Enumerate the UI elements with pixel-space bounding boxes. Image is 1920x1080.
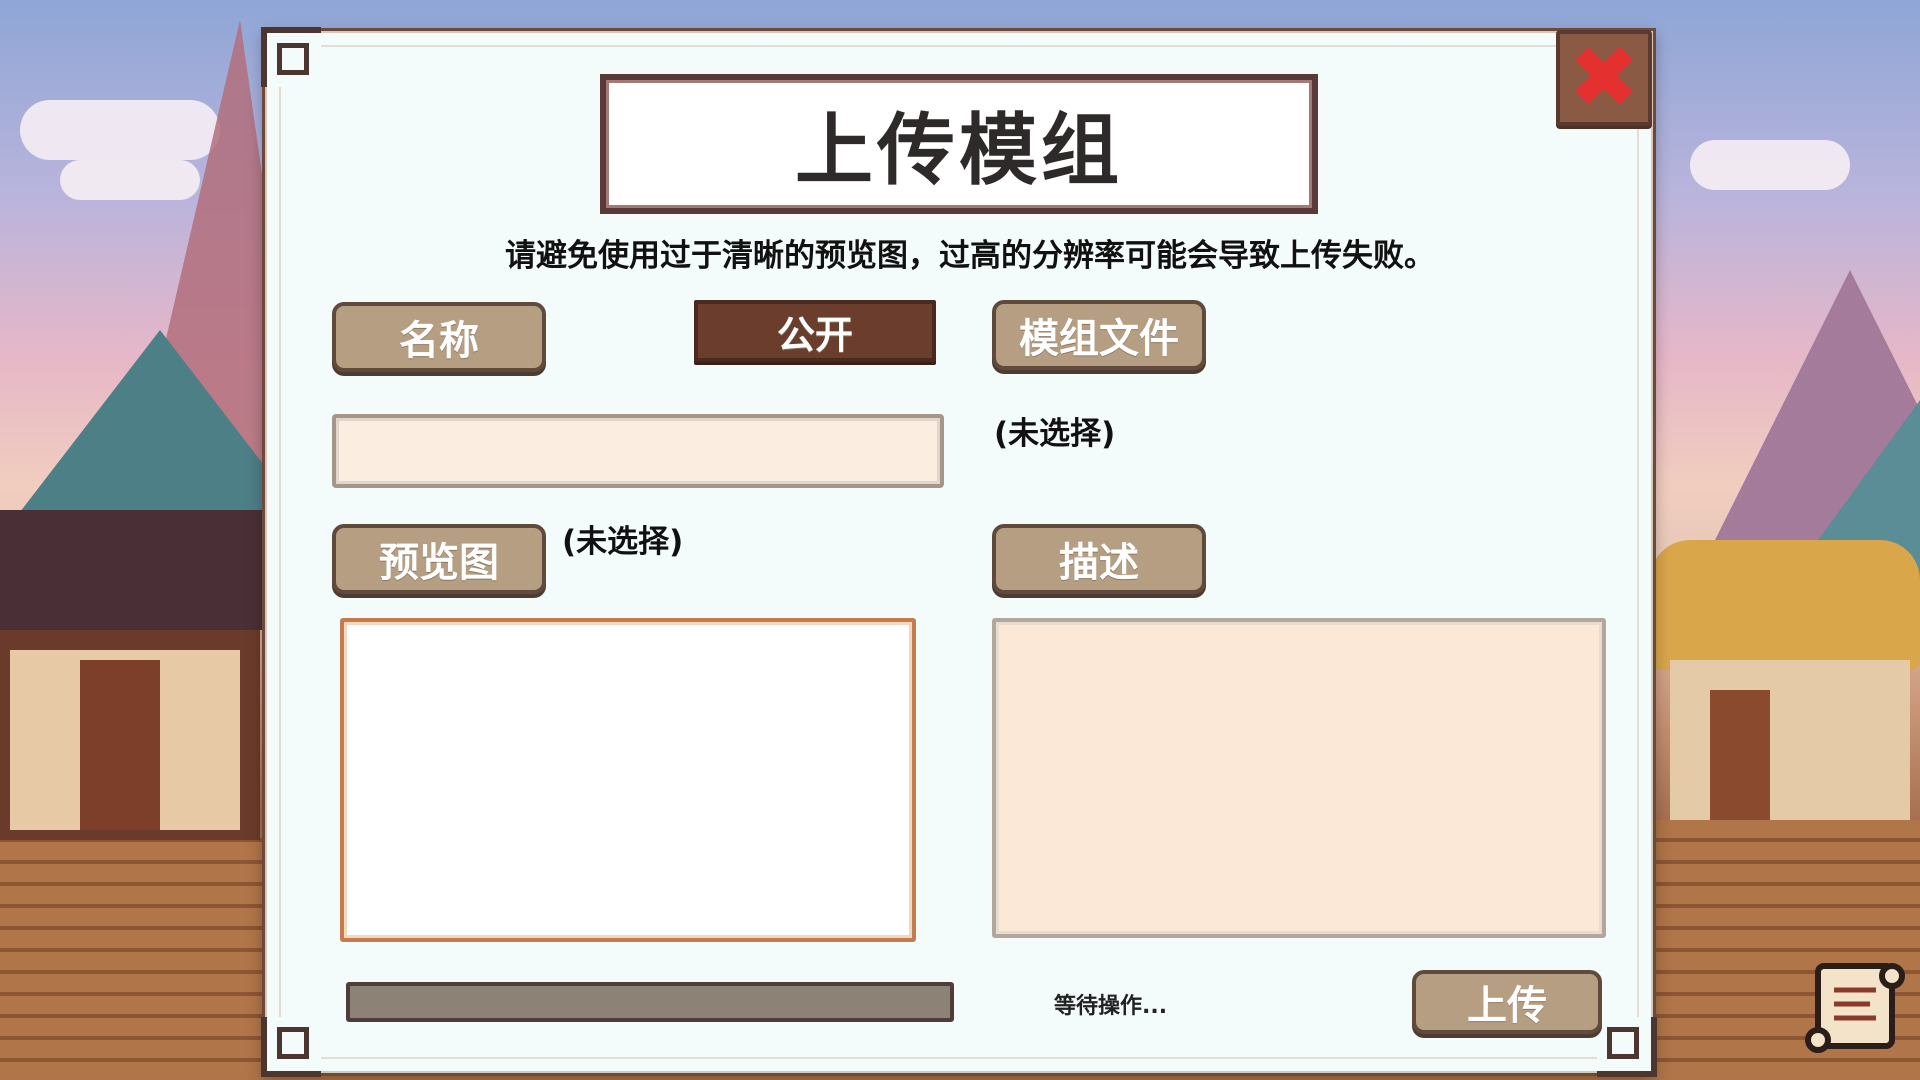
public-toggle-button[interactable]: 公开 xyxy=(694,300,936,362)
house-door xyxy=(80,660,160,830)
thatched-roof xyxy=(1650,540,1920,670)
name-input[interactable] xyxy=(332,414,944,488)
house-door xyxy=(1710,690,1770,820)
upload-progress-bar xyxy=(346,982,954,1022)
preview-image-area[interactable] xyxy=(340,618,916,942)
mod-file-button[interactable]: 模组文件 xyxy=(992,300,1206,370)
dialog-title-box: 上传模组 xyxy=(600,74,1318,214)
dialog-title: 上传模组 xyxy=(794,106,1123,196)
preview-status: (未选择) xyxy=(562,524,684,560)
close-x-icon: ✖ xyxy=(1567,28,1641,128)
upload-button[interactable]: 上传 xyxy=(1412,970,1602,1034)
upload-status-text: 等待操作... xyxy=(1054,994,1168,1019)
house-wall xyxy=(1670,660,1910,820)
ornament-corner-icon xyxy=(1597,1017,1657,1077)
name-button[interactable]: 名称 xyxy=(332,302,546,372)
close-button[interactable]: ✖ xyxy=(1556,30,1652,126)
house-left xyxy=(0,510,289,840)
description-textarea[interactable] xyxy=(992,618,1606,938)
upload-notice: 请避免使用过于清晰的预览图，过高的分辨率可能会导致上传失败。 xyxy=(505,238,1435,274)
ornament-corner-icon xyxy=(261,27,321,87)
scroll-icon[interactable] xyxy=(1800,952,1910,1062)
preview-button[interactable]: 预览图 xyxy=(332,524,546,594)
mod-file-status: (未选择) xyxy=(994,416,1116,452)
house-right xyxy=(1650,540,1920,840)
description-button[interactable]: 描述 xyxy=(992,524,1206,594)
ornament-corner-icon xyxy=(261,1017,321,1077)
house-roof xyxy=(0,510,289,630)
cloud xyxy=(1690,140,1850,190)
